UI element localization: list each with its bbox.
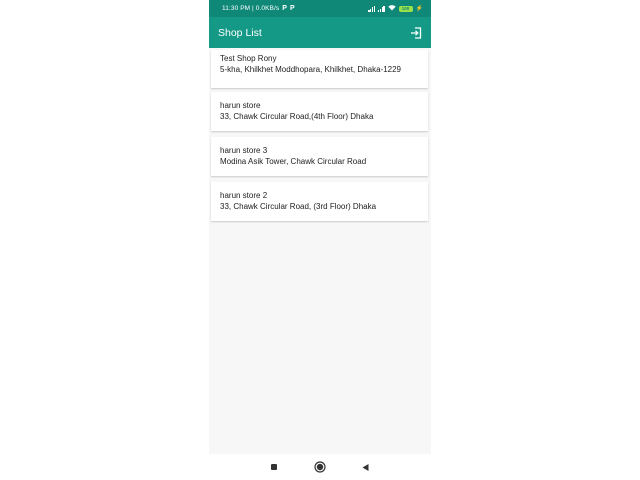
shop-name: harun store — [220, 101, 261, 110]
charging-icon: ⚡ — [415, 6, 423, 12]
shop-address: 33, Chawk Circular Road,(4th Floor) Dhak… — [220, 111, 374, 121]
notification-p-icon: P — [282, 5, 287, 12]
battery-icon: 100 — [398, 5, 413, 12]
signal-icon — [377, 5, 385, 12]
back-triangle-icon — [362, 463, 368, 471]
shop-card[interactable]: harun store 3 Modina Asik Tower, Chawk C… — [211, 137, 428, 176]
shop-card[interactable]: Test Shop Rony 5-kha, Khilkhet Moddhopar… — [211, 50, 428, 88]
logout-button[interactable] — [409, 26, 423, 40]
shop-name: Test Shop Rony — [220, 54, 277, 63]
back-button[interactable] — [360, 462, 370, 472]
status-bar: 11:30 PM | 0.0KB/s P P 100 ⚡ — [209, 0, 431, 17]
shop-name: harun store 2 — [220, 191, 268, 200]
shop-name: harun store 3 — [220, 146, 268, 155]
shop-card[interactable]: harun store 33, Chawk Circular Road,(4th… — [211, 92, 428, 131]
shop-card[interactable]: harun store 2 33, Chawk Circular Road, (… — [211, 182, 428, 221]
navigation-bar — [209, 454, 431, 480]
shop-address: 5-kha, Khilkhet Moddhopara, Khilkhet, Dh… — [220, 64, 401, 74]
shop-address: 33, Chawk Circular Road, (3rd Floor) Dha… — [220, 201, 377, 211]
signal-icon — [368, 5, 375, 12]
status-right: 100 ⚡ — [368, 4, 423, 13]
home-circle-icon — [314, 461, 326, 473]
wifi-icon — [387, 4, 396, 13]
status-time: 11:30 PM | 0.0KB/s — [222, 5, 280, 12]
status-left: 11:30 PM | 0.0KB/s P P — [222, 5, 295, 12]
page-title: Shop List — [218, 26, 262, 39]
square-icon — [271, 464, 277, 470]
battery-level: 100 — [401, 6, 410, 11]
recents-button[interactable] — [269, 462, 279, 472]
home-button[interactable] — [314, 461, 326, 473]
phone-screen: 11:30 PM | 0.0KB/s P P 100 ⚡ Shop List T… — [209, 0, 431, 480]
logout-icon — [411, 26, 422, 39]
shop-address: Modina Asik Tower, Chawk Circular Road — [220, 156, 367, 166]
notification-p-icon: P — [289, 5, 295, 12]
app-bar: Shop List — [209, 17, 431, 48]
